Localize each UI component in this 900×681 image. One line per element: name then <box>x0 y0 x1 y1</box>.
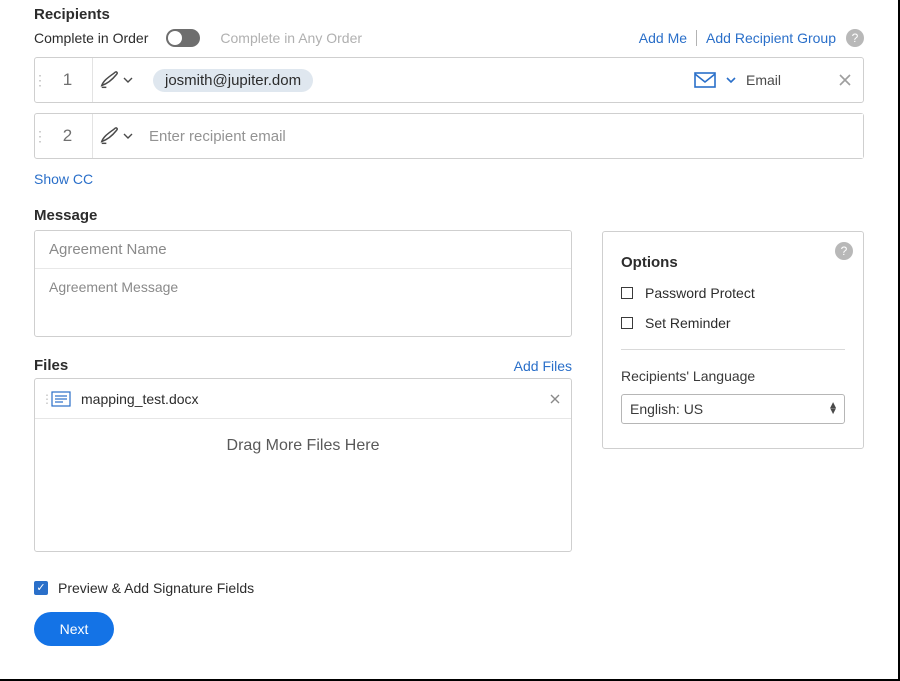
close-icon <box>549 393 561 405</box>
language-label: Recipients' Language <box>621 368 845 384</box>
order-badge: 2 <box>43 114 93 158</box>
set-reminder-label: Set Reminder <box>645 315 731 331</box>
separator <box>696 30 697 46</box>
recipient-email-input[interactable] <box>139 114 863 158</box>
drag-handle-icon[interactable]: ⋮ <box>41 392 49 406</box>
show-cc-link[interactable]: Show CC <box>34 171 93 187</box>
section-title-files: Files <box>34 357 68 374</box>
file-name: mapping_test.docx <box>81 391 549 407</box>
complete-in-order-label: Complete in Order <box>34 30 148 46</box>
recipient-email-field[interactable]: josmith@jupiter.dom <box>139 58 694 102</box>
order-toggle[interactable] <box>166 29 200 47</box>
mail-icon <box>694 72 716 88</box>
document-icon <box>51 390 71 408</box>
drag-handle-icon[interactable]: ⋮ <box>35 58 43 102</box>
delivery-method-label: Email <box>746 72 781 88</box>
add-files-link[interactable]: Add Files <box>514 358 572 374</box>
preview-checkbox-row[interactable]: ✓ Preview & Add Signature Fields <box>34 580 864 596</box>
file-dropzone[interactable]: Drag More Files Here <box>35 419 571 551</box>
role-picker[interactable] <box>93 58 139 102</box>
chevron-down-icon <box>123 75 133 85</box>
password-protect-option[interactable]: Password Protect <box>621 285 845 301</box>
drag-handle-icon[interactable]: ⋮ <box>35 114 43 158</box>
agreement-message-input[interactable] <box>35 269 571 331</box>
next-button[interactable]: Next <box>34 612 114 646</box>
file-row: ⋮ mapping_test.docx <box>35 379 571 419</box>
recipient-row: ⋮ 2 <box>34 113 864 159</box>
help-icon[interactable]: ? <box>846 29 864 47</box>
add-me-link[interactable]: Add Me <box>639 30 687 46</box>
preview-checkbox-label: Preview & Add Signature Fields <box>58 580 254 596</box>
language-select[interactable]: English: US ▲▼ <box>621 394 845 424</box>
set-reminder-option[interactable]: Set Reminder <box>621 315 845 331</box>
close-icon <box>838 73 852 87</box>
order-badge: 1 <box>43 58 93 102</box>
recipient-row: ⋮ 1 josmith@jupiter.dom Email <box>34 57 864 103</box>
chevron-down-icon <box>123 131 133 141</box>
files-box: ⋮ mapping_test.docx Drag More Files Here <box>34 378 572 552</box>
password-protect-label: Password Protect <box>645 285 755 301</box>
add-recipient-group-link[interactable]: Add Recipient Group <box>706 30 836 46</box>
divider <box>621 349 845 350</box>
agreement-name-input[interactable] <box>35 231 571 269</box>
complete-any-order-label: Complete in Any Order <box>220 30 362 46</box>
help-icon[interactable]: ? <box>835 242 853 260</box>
select-arrows-icon: ▲▼ <box>828 403 838 415</box>
section-title-recipients: Recipients <box>34 6 864 23</box>
pen-icon <box>99 125 121 147</box>
message-box <box>34 230 572 337</box>
checkbox-icon <box>621 317 633 329</box>
remove-file-button[interactable] <box>549 393 561 405</box>
role-picker[interactable] <box>93 114 139 158</box>
options-title: Options <box>621 254 845 271</box>
checkbox-checked-icon: ✓ <box>34 581 48 595</box>
checkbox-icon <box>621 287 633 299</box>
language-value: English: US <box>630 401 703 417</box>
chevron-down-icon <box>726 75 736 85</box>
email-pill[interactable]: josmith@jupiter.dom <box>153 69 313 92</box>
section-title-message: Message <box>34 207 572 224</box>
pen-icon <box>99 69 121 91</box>
remove-recipient-button[interactable] <box>827 58 863 102</box>
delivery-method-picker[interactable]: Email <box>694 58 827 102</box>
options-panel: ? Options Password Protect Set Reminder … <box>602 231 864 449</box>
